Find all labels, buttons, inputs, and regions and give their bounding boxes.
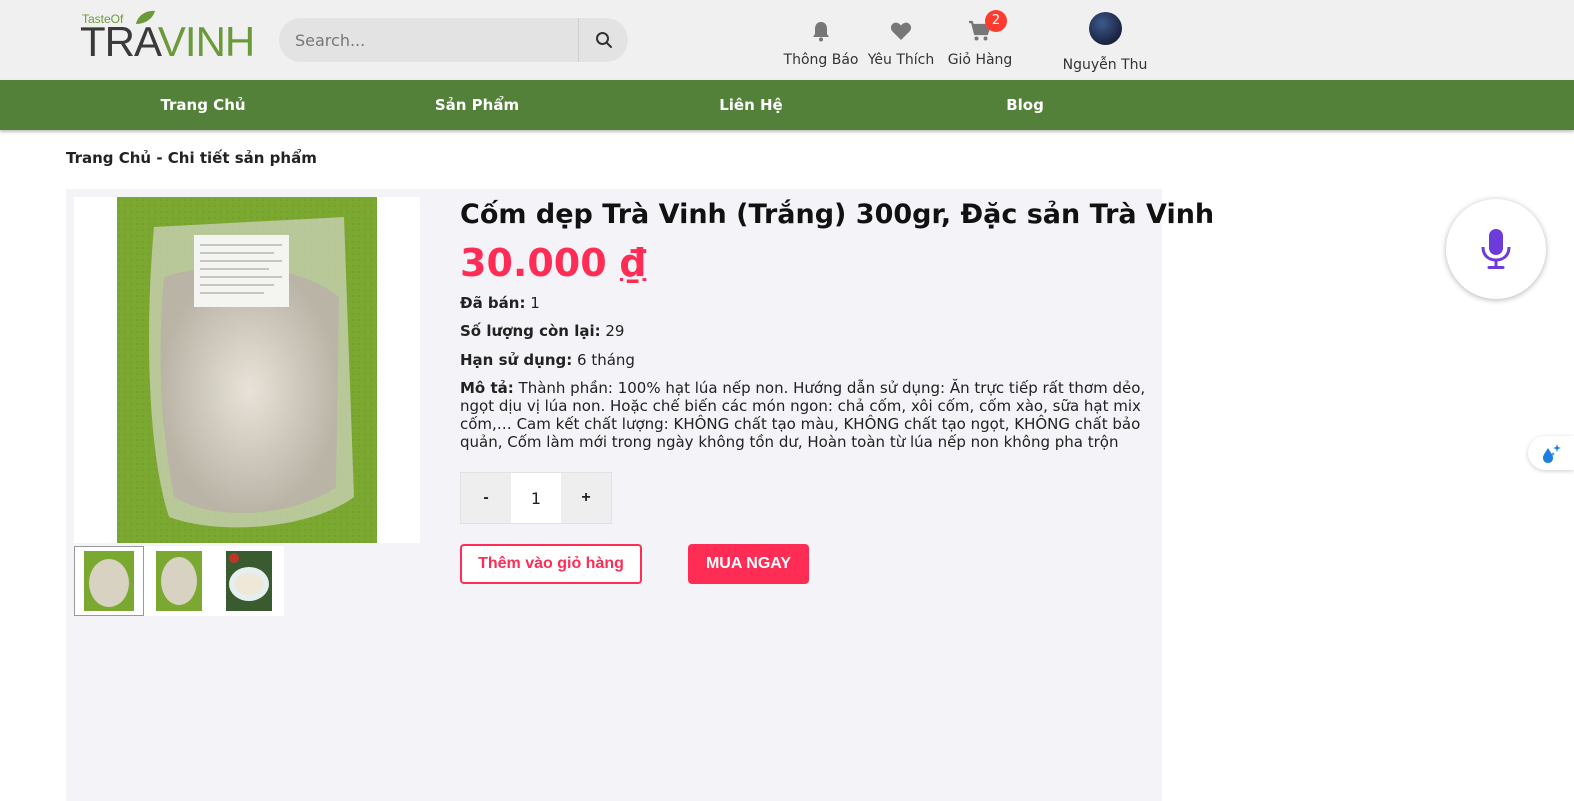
product-title: Cốm dẹp Trà Vinh (Trắng) 300gr, Đặc sản …	[460, 199, 1215, 230]
site-logo[interactable]: TasteOf TRAVINH	[80, 10, 255, 66]
sold-value: 1	[530, 294, 540, 312]
remaining-value: 29	[605, 322, 625, 340]
search-input[interactable]	[295, 18, 575, 62]
breadcrumb[interactable]: Trang Chủ - Chi tiết sản phẩm	[66, 149, 317, 167]
expiry: Hạn sử dụng: 6 tháng	[460, 351, 635, 369]
favorites-label: Yêu Thích	[867, 52, 935, 68]
cart-count-badge: 2	[985, 10, 1007, 32]
quantity-decrease-button[interactable]: -	[461, 473, 511, 523]
sold-label: Đã bán:	[460, 294, 526, 312]
header: TasteOf TRAVINH Thông Báo Yêu Thích 2 Gi…	[0, 0, 1574, 80]
nav-item-contact[interactable]: Liên Hệ	[651, 80, 851, 130]
thumbnail-1[interactable]	[74, 546, 144, 616]
avatar	[1088, 12, 1122, 45]
thumbnail-strip	[74, 546, 294, 616]
bell-icon	[813, 22, 829, 42]
notifications-button[interactable]: Thông Báo	[781, 18, 861, 68]
search-bar	[279, 18, 628, 62]
expiry-value: 6 tháng	[577, 351, 635, 369]
quantity-increase-button[interactable]: +	[561, 473, 611, 523]
cart-label: Giỏ Hàng	[947, 52, 1013, 68]
favorites-button[interactable]: Yêu Thích	[861, 18, 941, 68]
add-to-cart-button[interactable]: Thêm vào giỏ hàng	[460, 544, 642, 584]
user-menu[interactable]: Nguyễn Thu	[1058, 12, 1152, 73]
expiry-label: Hạn sử dụng:	[460, 351, 573, 369]
product-main-image	[74, 197, 420, 543]
product-photo	[117, 197, 377, 543]
voice-search-button[interactable]	[1446, 199, 1546, 299]
user-name: Nguyễn Thu	[1062, 57, 1148, 73]
price-value: 30.000	[460, 241, 607, 285]
sold-count: Đã bán: 1	[460, 294, 540, 312]
assistant-widget-button[interactable]	[1528, 436, 1574, 470]
description-label: Mô tả:	[460, 379, 514, 397]
quantity-input[interactable]	[511, 473, 561, 523]
nav-item-blog[interactable]: Blog	[925, 80, 1125, 130]
microphone-icon	[1481, 229, 1511, 269]
nav-item-home[interactable]: Trang Chủ	[103, 80, 303, 130]
product-price: 30.000 ₫	[460, 241, 646, 285]
notifications-label: Thông Báo	[783, 52, 859, 68]
product-detail-panel: Cốm dẹp Trà Vinh (Trắng) 300gr, Đặc sản …	[66, 189, 1214, 801]
heart-icon	[890, 22, 912, 40]
buy-now-button[interactable]: MUA NGAY	[688, 544, 809, 584]
product-description: Mô tả: Thành phần: 100% hạt lúa nếp non.…	[460, 379, 1150, 451]
thumbnail-2[interactable]	[144, 546, 214, 616]
sparkle-drop-icon	[1543, 444, 1561, 463]
remaining-label: Số lượng còn lại:	[460, 322, 601, 340]
price-currency: ₫	[619, 241, 647, 285]
thumbnail-3[interactable]	[214, 546, 284, 616]
cart-button[interactable]: 2 Giỏ Hàng	[940, 10, 1020, 68]
search-icon	[595, 32, 612, 48]
quantity-stepper: - +	[460, 472, 612, 524]
logo-main-text: TRAVINH	[80, 18, 255, 65]
remaining-stock: Số lượng còn lại: 29	[460, 322, 624, 340]
search-button[interactable]	[579, 18, 628, 62]
nav-item-products[interactable]: Sản Phẩm	[377, 80, 577, 130]
description-text: Thành phần: 100% hạt lúa nếp non. Hướng …	[460, 379, 1146, 451]
main-nav: Trang Chủ Sản Phẩm Liên Hệ Blog	[0, 80, 1574, 130]
